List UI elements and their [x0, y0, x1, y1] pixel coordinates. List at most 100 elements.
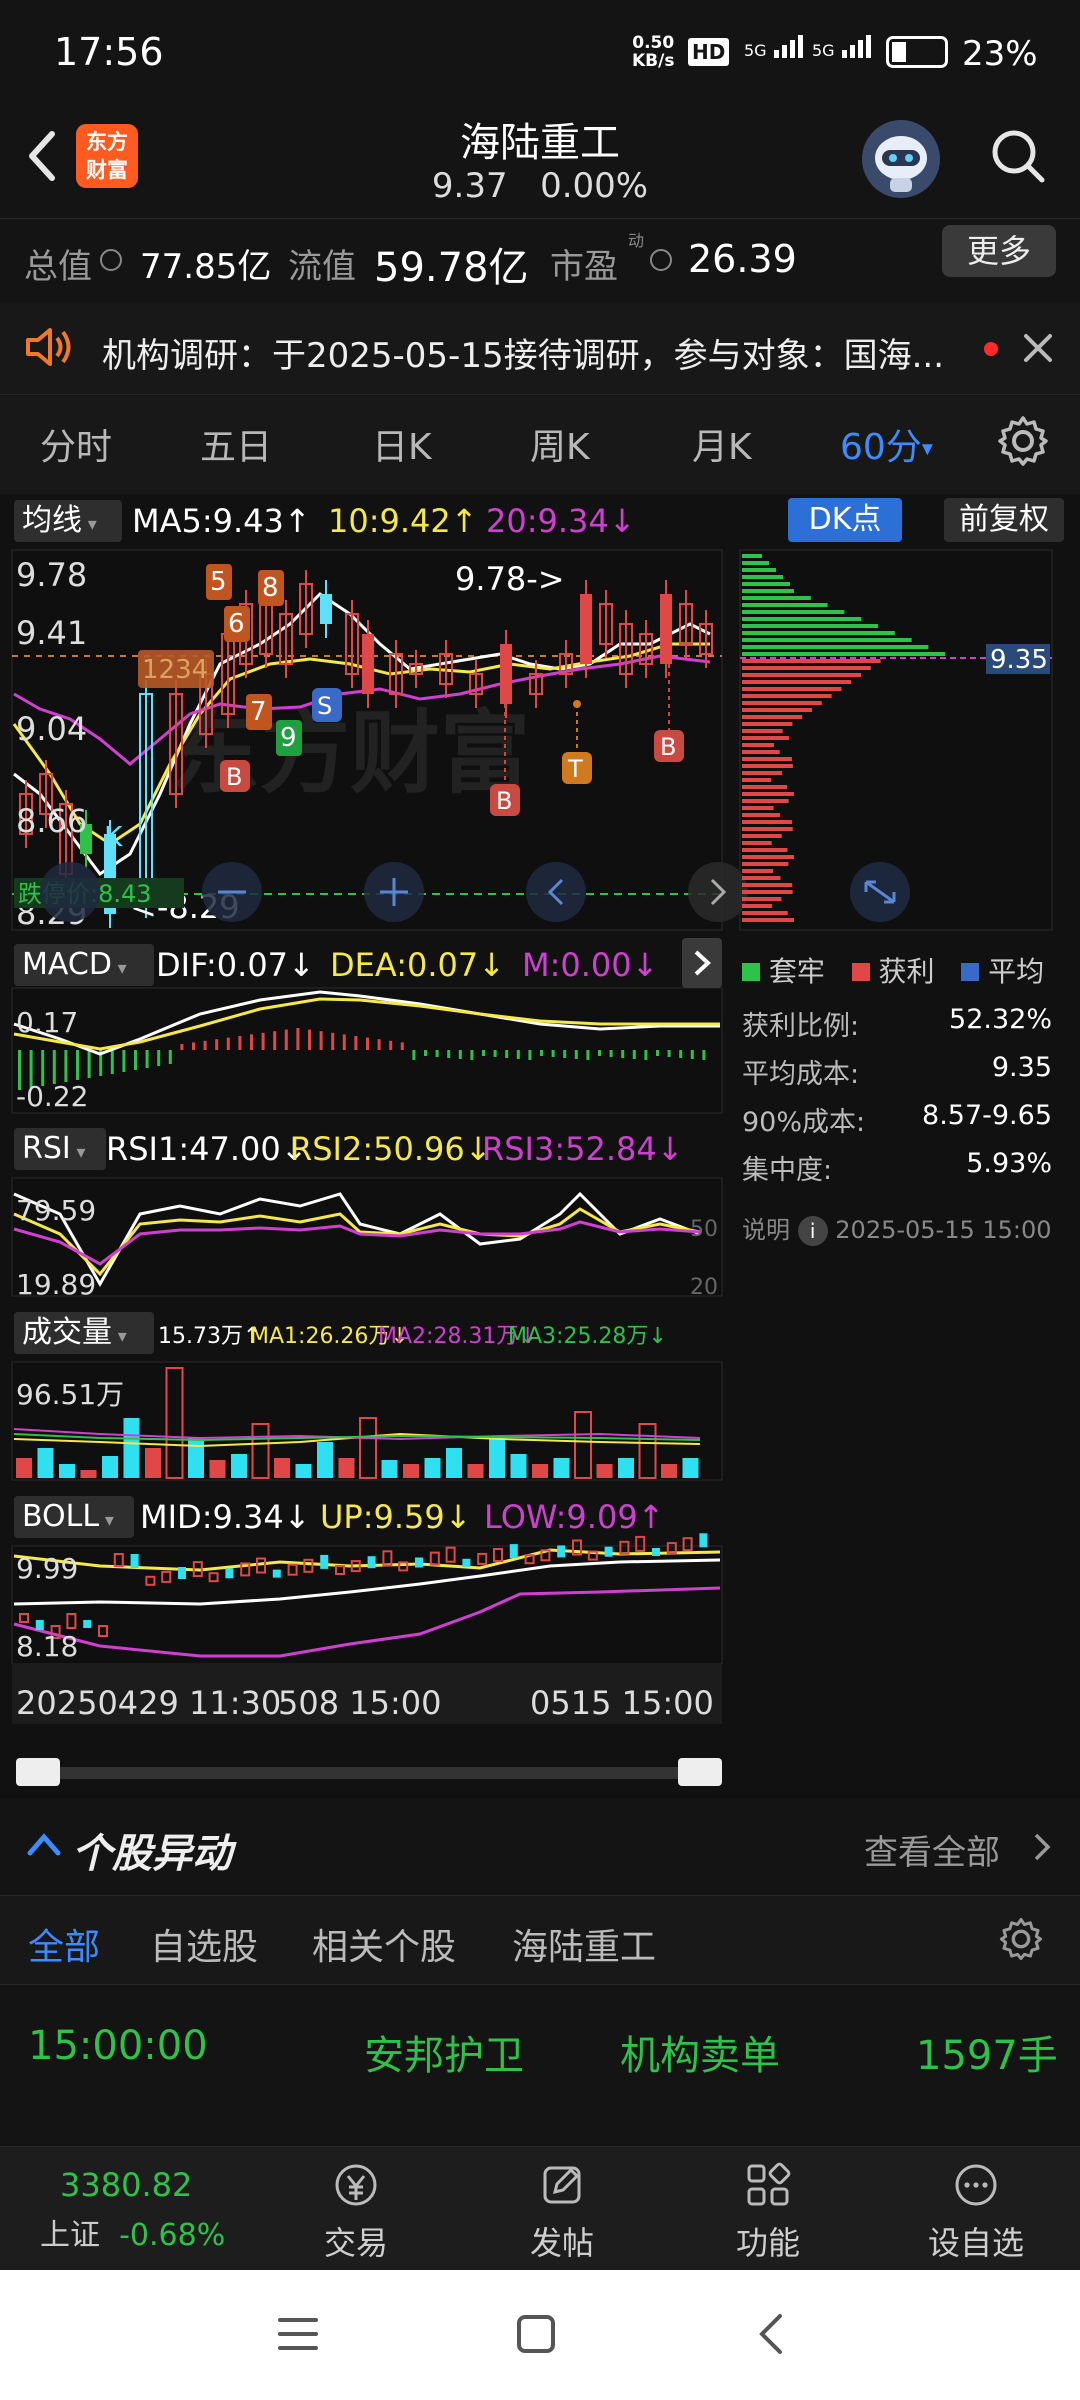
speaker-icon: [22, 322, 74, 372]
tab-watchlist[interactable]: 自选股: [150, 1918, 258, 1970]
range-scrollbar[interactable]: [20, 1767, 710, 1779]
volume-bar: [37, 1448, 54, 1478]
macd-m-value: M:0.00↓: [522, 946, 659, 984]
ma5-value: MA5:9.43↑: [132, 502, 311, 540]
more-dots-icon: [955, 2164, 997, 2206]
chip-bar: [742, 904, 773, 908]
menu-icon[interactable]: [276, 2314, 320, 2354]
chip-bar: [742, 624, 878, 628]
macd-bar: [656, 1050, 659, 1056]
chip-bar: [742, 694, 832, 698]
signal-sell-badge: S: [317, 692, 332, 720]
hd-icon: HD: [688, 38, 730, 66]
rsi-selector[interactable]: RSI ▾: [14, 1128, 106, 1170]
view-all-link[interactable]: 查看全部: [864, 1825, 1000, 1874]
chip-bar: [742, 820, 793, 824]
total-cap-value: 77.85亿: [140, 247, 272, 287]
dk-point-button[interactable]: DK点: [788, 498, 902, 542]
tab-all[interactable]: 全部: [28, 1918, 100, 1970]
macd-bar: [644, 1050, 648, 1060]
rsi-right-tick: 50: [690, 1217, 718, 1242]
zoom-out-button[interactable]: [40, 862, 100, 922]
boll-tick: 8.18: [16, 1630, 78, 1663]
nav-post[interactable]: 发帖: [482, 2160, 642, 2264]
chip-bar: [742, 631, 895, 635]
boll-candle: [604, 1546, 613, 1557]
tab-five-day[interactable]: 五日: [200, 418, 272, 470]
range-handle-left[interactable]: [16, 1758, 60, 1786]
chip-bar: [742, 764, 793, 768]
ma-selector[interactable]: 均线 ▾: [14, 500, 122, 542]
system-nav-bar: [0, 2270, 1080, 2400]
home-icon[interactable]: [514, 2312, 558, 2356]
info-icon[interactable]: [650, 249, 672, 271]
more-button[interactable]: 更多: [942, 225, 1056, 277]
candle-body: [362, 634, 374, 694]
chip-bar: [742, 554, 762, 558]
volume-selector[interactable]: 成交量 ▾: [14, 1312, 154, 1354]
search-icon[interactable]: [986, 124, 1050, 188]
volume-bar: [682, 1458, 699, 1478]
movement-amount: 1597手: [916, 2033, 1058, 2079]
boll-candle: [320, 1554, 329, 1569]
range-handle-right[interactable]: [678, 1758, 722, 1786]
back-nav-icon[interactable]: [752, 2310, 792, 2358]
macd-bar: [76, 1050, 79, 1080]
settings-icon[interactable]: [996, 414, 1050, 468]
scroll-left-button[interactable]: [526, 862, 586, 922]
dea-value: DEA:0.07↓: [330, 946, 506, 984]
movement-row[interactable]: 15:00:00 安邦护卫 机构卖单 1597手: [0, 1985, 1080, 2146]
tab-week-k[interactable]: 周K: [530, 418, 590, 470]
k-label: K: [104, 820, 123, 853]
net-speed: 0.50 KB/s: [632, 33, 675, 71]
chip-bar: [742, 715, 803, 719]
chip-bar: [742, 806, 774, 810]
nav-trade[interactable]: 交易: [276, 2160, 436, 2264]
info-icon[interactable]: [100, 249, 122, 271]
nav-functions[interactable]: 功能: [688, 2160, 848, 2264]
battery-icon: [886, 36, 948, 68]
macd-bar: [157, 1050, 161, 1066]
adjust-price-button[interactable]: 前复权: [944, 498, 1064, 542]
index-widget[interactable]: 3380.82 上证 -0.68%: [40, 2166, 250, 2254]
boll-candle: [415, 1557, 423, 1568]
tab-related[interactable]: 相关个股: [312, 1918, 456, 1970]
macd-bar: [180, 1044, 184, 1050]
chip-explain[interactable]: 说明 i 2025-05-15 15:00: [742, 1210, 1052, 1246]
tab-60min[interactable]: 60分▾: [840, 418, 933, 470]
collapse-icon[interactable]: [26, 1829, 62, 1859]
volume-bar: [102, 1456, 118, 1478]
chip-legend: 套牢 获利 平均: [742, 950, 1044, 990]
boll-candle: [272, 1569, 281, 1578]
scroll-right-button[interactable]: [688, 862, 748, 922]
macd-bar: [609, 1050, 613, 1057]
tab-intraday[interactable]: 分时: [40, 418, 112, 470]
chip-bar: [742, 659, 881, 663]
tab-day-k[interactable]: 日K: [372, 418, 432, 470]
robot-assistant-icon[interactable]: [862, 120, 940, 198]
boll-candle: [35, 1620, 44, 1630]
chip-bar: [742, 883, 793, 887]
nav-add-watchlist[interactable]: 设自选: [896, 2160, 1056, 2264]
chip-bar: [742, 750, 780, 754]
macd-bar: [296, 1028, 300, 1050]
chip-bar: [742, 680, 852, 684]
volume-bar: [489, 1438, 505, 1478]
signal-2-icon: 5G: [812, 32, 880, 60]
chip-bar: [742, 729, 783, 733]
settings-icon[interactable]: [998, 1916, 1044, 1962]
close-icon[interactable]: [1020, 330, 1056, 366]
macd-selector[interactable]: MACD ▾: [14, 944, 154, 986]
notice-bar[interactable]: 机构调研：于2025-05-15接待调研，参与对象：国海...: [0, 302, 1080, 394]
macd-bar: [528, 1050, 532, 1060]
indicator-expand-button[interactable]: [682, 938, 722, 988]
battery-level: 23%: [962, 34, 1038, 74]
boll-selector[interactable]: BOLL ▾: [14, 1496, 134, 1538]
chip-bar: [742, 757, 792, 761]
chip-bar: [742, 771, 783, 775]
tab-month-k[interactable]: 月K: [692, 418, 752, 470]
boll-candle: [367, 1556, 376, 1569]
macd-bar: [261, 1032, 265, 1050]
signal-5-badge: 5: [210, 567, 227, 597]
tab-stock[interactable]: 海陆重工: [512, 1918, 656, 1970]
